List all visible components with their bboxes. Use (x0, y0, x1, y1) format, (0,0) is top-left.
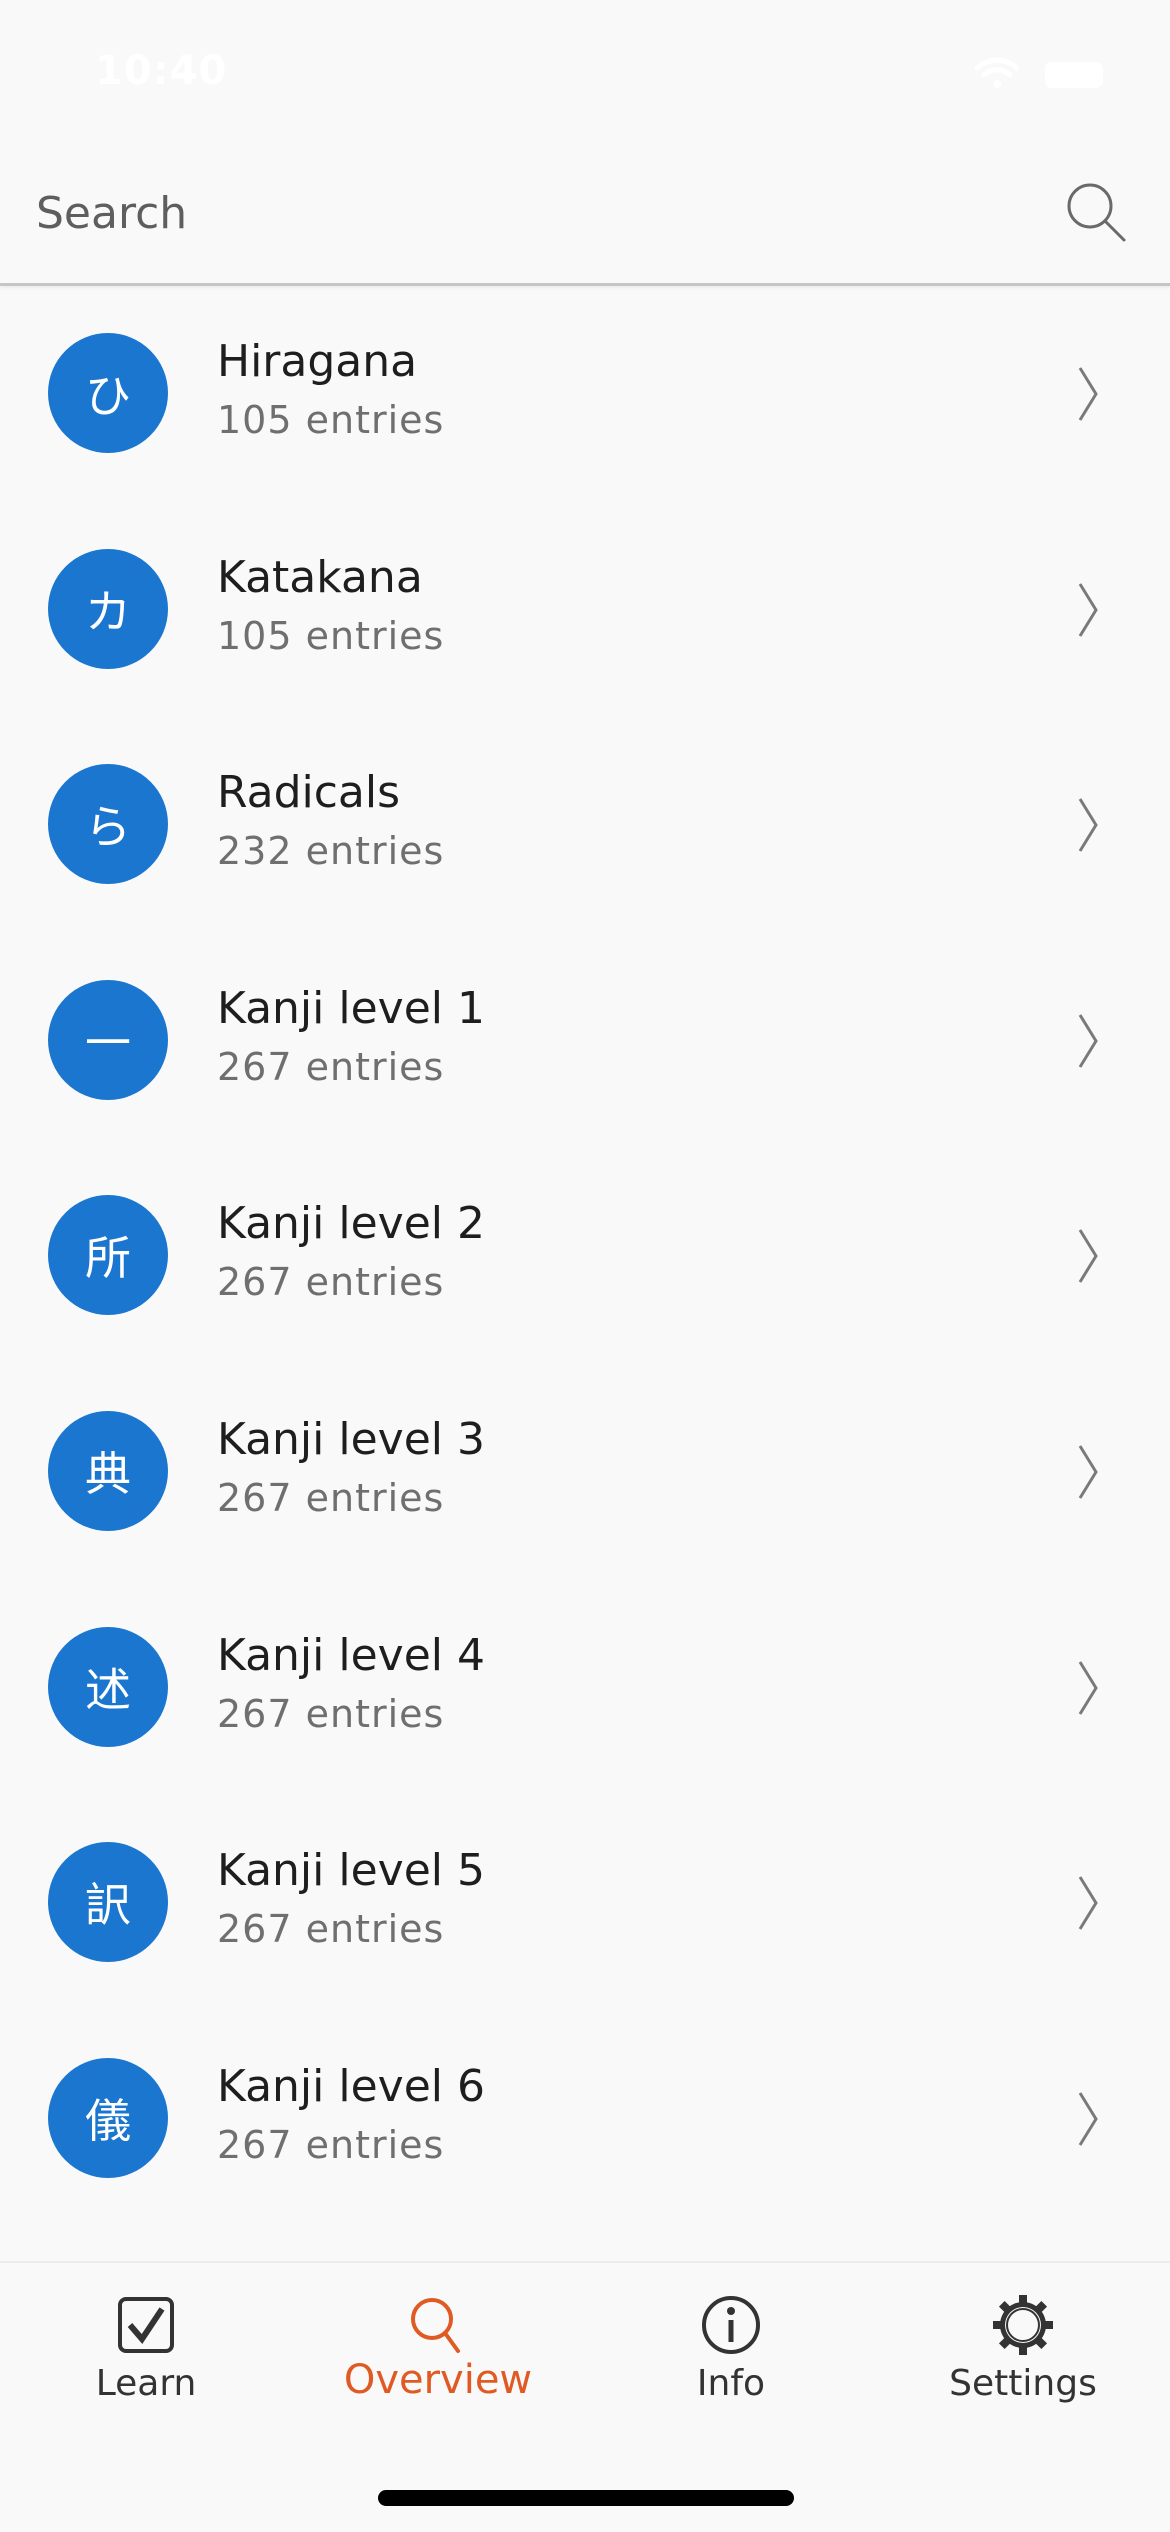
list-item-entry-count: 267 entries (217, 1260, 445, 1304)
deck-avatar: ら (48, 764, 168, 884)
deck-avatar: 典 (48, 1411, 168, 1531)
status-bar: 10:40 (0, 0, 1170, 140)
list-item-title: Kanji level 6 (217, 2061, 485, 2112)
gear-icon (993, 2295, 1053, 2355)
tab-settings[interactable]: Settings (877, 2263, 1169, 2443)
list-item-entry-count: 105 entries (217, 614, 445, 658)
search-input[interactable] (36, 178, 1016, 248)
chevron-right-icon (1078, 1229, 1098, 1283)
list-item-title: Kanji level 2 (217, 1198, 485, 1249)
list-item-title: Radicals (217, 767, 401, 818)
list-item[interactable]: ひ Hiragana 105 entries (0, 286, 1170, 502)
list-item[interactable]: 所 Kanji level 2 267 entries (0, 1148, 1170, 1364)
search-icon[interactable] (1064, 180, 1130, 246)
deck-avatar: 儀 (48, 2058, 168, 2178)
tab-learn[interactable]: Learn (0, 2263, 292, 2443)
list-item-entry-count: 267 entries (217, 1045, 445, 1089)
list-item-entry-count: 105 entries (217, 398, 445, 442)
battery-icon (1045, 62, 1103, 88)
list-item-title: Kanji level 5 (217, 1845, 485, 1896)
deck-avatar: 述 (48, 1627, 168, 1747)
list-item-entry-count: 267 entries (217, 1907, 445, 1951)
deck-avatar: 一 (48, 980, 168, 1100)
home-indicator (378, 2490, 794, 2506)
list-item[interactable]: 訳 Kanji level 5 267 entries (0, 1795, 1170, 2011)
chevron-right-icon (1078, 1661, 1098, 1715)
list-item-entry-count: 267 entries (217, 2123, 445, 2167)
chevron-right-icon (1078, 2092, 1098, 2146)
deck-avatar: 訳 (48, 1842, 168, 1962)
chevron-right-icon (1078, 367, 1098, 421)
info-icon (702, 2296, 760, 2354)
chevron-right-icon (1078, 583, 1098, 637)
chevron-right-icon (1078, 1014, 1098, 1068)
wifi-icon (975, 57, 1019, 88)
list-item-title: Hiragana (217, 336, 418, 387)
tab-label: Learn (95, 2363, 197, 2404)
chevron-right-icon (1078, 1876, 1098, 1930)
list-item-title: Kanji level 4 (217, 1630, 485, 1681)
deck-avatar: カ (48, 549, 168, 669)
list-item[interactable]: 一 Kanji level 1 267 entries (0, 933, 1170, 1149)
search-header (0, 140, 1170, 286)
list-item[interactable]: 典 Kanji level 3 267 entries (0, 1364, 1170, 1580)
chevron-right-icon (1078, 798, 1098, 852)
chevron-right-icon (1078, 1445, 1098, 1499)
list-item[interactable]: 儀 Kanji level 6 267 entries (0, 2011, 1170, 2227)
list-item-entry-count: 232 entries (217, 829, 445, 873)
search-icon (411, 2298, 460, 2353)
list-item[interactable]: カ Katakana 105 entries (0, 502, 1170, 718)
deck-avatar: 所 (48, 1195, 168, 1315)
status-time: 10:40 (95, 48, 228, 94)
tab-label: Info (696, 2363, 766, 2404)
list-item-title: Katakana (217, 552, 423, 603)
list-item[interactable]: ら Radicals 232 entries (0, 717, 1170, 933)
list-item-title: Kanji level 3 (217, 1414, 485, 1465)
list-item[interactable]: 述 Kanji level 4 267 entries (0, 1580, 1170, 1796)
list-item-entry-count: 267 entries (217, 1476, 445, 1520)
list-item-title: Kanji level 1 (217, 983, 485, 1034)
tab-label: Settings (949, 2363, 1097, 2404)
list-item-entry-count: 267 entries (217, 1692, 445, 1736)
tab-overview[interactable]: Overview (292, 2263, 584, 2443)
tab-label: Overview (343, 2357, 533, 2403)
checkbox-checked-icon (118, 2297, 174, 2353)
tab-info[interactable]: Info (585, 2263, 877, 2443)
deck-avatar: ひ (48, 333, 168, 453)
